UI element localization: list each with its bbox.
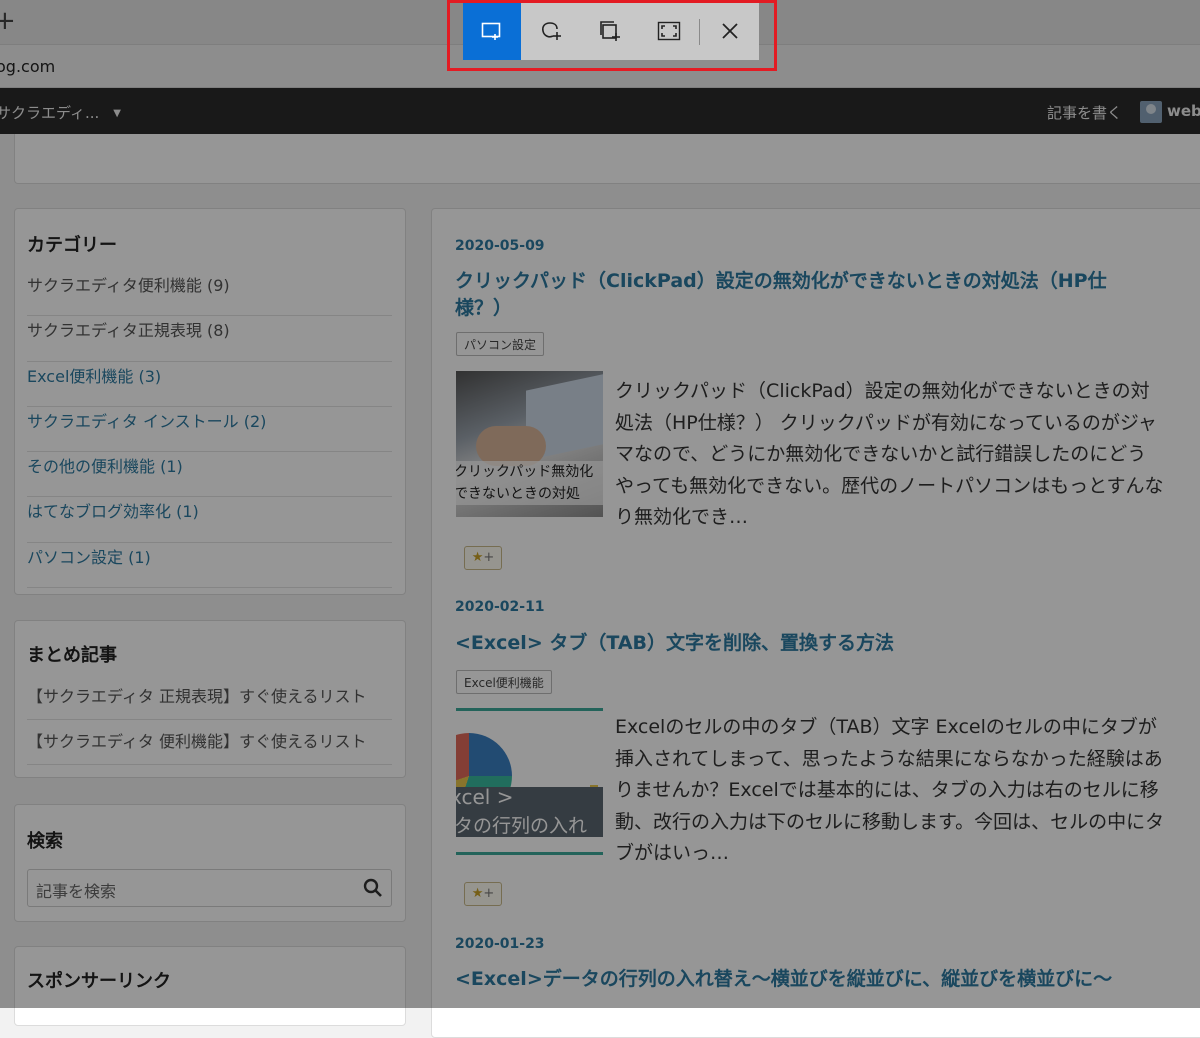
- post-title[interactable]: <Excel> タブ（TAB）文字を削除、置換する方法: [455, 630, 1135, 657]
- blog-name: サクラエディ...: [0, 104, 100, 122]
- thumbnail-caption: xcel >: [456, 785, 514, 809]
- matome-item[interactable]: 【サクラエディタ 正規表現】すぐ使えるリスト: [27, 675, 392, 720]
- blog-header: [14, 134, 1200, 184]
- post-title[interactable]: <Excel>データの行列の入れ替え～横並びを縦並びに、縦並びを横並びに～: [455, 966, 1195, 993]
- username[interactable]: webz: [1167, 102, 1200, 120]
- hand-graphic: [476, 426, 546, 466]
- star-icon: ★: [471, 550, 484, 565]
- post-thumbnail[interactable]: xcel > タの行列の入れ: [456, 708, 603, 855]
- category-item[interactable]: サクラエディタ インストール (2): [27, 407, 392, 453]
- matome-title: まとめ記事: [27, 645, 117, 666]
- post-excerpt: クリックパッド（ClickPad）設定の無効化ができないときの対処法（HP仕様？…: [615, 380, 1164, 528]
- blog-switcher[interactable]: サクラエディ... ▼: [0, 102, 121, 123]
- matome-module: まとめ記事 【サクラエディタ 正規表現】すぐ使えるリスト 【サクラエディタ 便利…: [14, 620, 406, 778]
- post-title[interactable]: クリックパッド（ClickPad）設定の無効化ができないときの対処法（HP仕様？…: [455, 268, 1135, 322]
- add-star-button[interactable]: ★+: [464, 882, 502, 906]
- search-module: 検索 記事を検索: [14, 804, 406, 922]
- post-category-label[interactable]: パソコン設定: [456, 332, 545, 356]
- category-item[interactable]: その他の便利機能 (1): [27, 452, 392, 498]
- main-column: [431, 208, 1200, 1038]
- search-placeholder: 記事を検索: [36, 882, 117, 901]
- post-date[interactable]: 2020-02-11: [455, 599, 545, 615]
- category-item[interactable]: サクラエディタ便利機能 (9): [27, 271, 392, 317]
- highlight-outline: [447, 0, 777, 71]
- address-text[interactable]: og.com: [0, 57, 55, 76]
- write-post-link[interactable]: 記事を書く: [1047, 102, 1122, 123]
- category-module: カテゴリー サクラエディタ便利機能 (9) サクラエディタ正規表現 (8) Ex…: [14, 208, 406, 595]
- sponsor-title: スポンサーリンク: [27, 971, 171, 992]
- matome-list: 【サクラエディタ 正規表現】すぐ使えるリスト 【サクラエディタ 便利機能】すぐ使…: [27, 675, 392, 765]
- avatar[interactable]: [1140, 101, 1162, 123]
- star-plus: +: [483, 886, 495, 901]
- star-plus: +: [483, 550, 495, 565]
- post-date[interactable]: 2020-01-23: [455, 936, 545, 952]
- thumbnail-caption: タの行列の入れ: [456, 815, 588, 837]
- sponsor-module: スポンサーリンク: [14, 946, 406, 1026]
- category-item[interactable]: はてなブログ効率化 (1): [27, 497, 392, 543]
- admin-bar: サクラエディ... ▼ 記事を書く: [0, 88, 1200, 134]
- category-title: カテゴリー: [27, 235, 117, 256]
- new-tab-button[interactable]: +: [0, 6, 16, 36]
- search-input[interactable]: 記事を検索: [27, 869, 392, 907]
- thumbnail-caption: できないときの対処: [456, 483, 603, 505]
- thumbnail-caption: クリックパッド無効化: [456, 461, 603, 483]
- category-list: サクラエディタ便利機能 (9) サクラエディタ正規表現 (8) Excel便利機…: [27, 271, 392, 589]
- category-item[interactable]: Excel便利機能 (3): [27, 362, 392, 407]
- category-item[interactable]: サクラエディタ正規表現 (8): [27, 316, 392, 362]
- category-item[interactable]: パソコン設定 (1): [27, 543, 392, 589]
- post-excerpt: Excelのセルの中のタブ（TAB）文字 Excelのセルの中にタブが挿入されて…: [615, 716, 1165, 864]
- matome-item[interactable]: 【サクラエディタ 便利機能】すぐ使えるリスト: [27, 720, 392, 765]
- search-title: 検索: [27, 831, 63, 852]
- post-thumbnail[interactable]: クリックパッド無効化 できないときの対処: [456, 371, 603, 517]
- add-star-button[interactable]: ★+: [464, 546, 502, 570]
- caret-down-icon: ▼: [113, 108, 121, 119]
- post-category-label[interactable]: Excel便利機能: [456, 670, 552, 694]
- search-icon[interactable]: [363, 878, 383, 898]
- star-icon: ★: [471, 886, 484, 901]
- post-date[interactable]: 2020-05-09: [455, 238, 545, 254]
